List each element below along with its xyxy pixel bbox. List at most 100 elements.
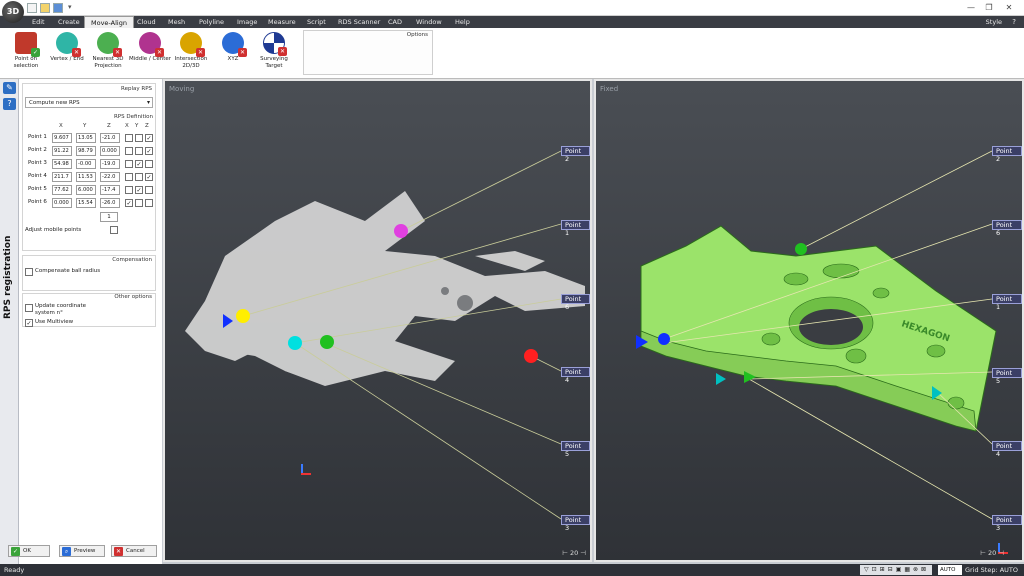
preview-button[interactable]: ⌕ Preview [59, 545, 105, 557]
lock-y-checkbox[interactable] [135, 134, 143, 142]
callout-point-3[interactable]: Point 3 [992, 515, 1022, 532]
adjust-mobile-checkbox[interactable] [110, 226, 118, 234]
lock-z-checkbox[interactable]: ✓ [145, 147, 153, 155]
menu-rds-scanner[interactable]: RDS Scanner [332, 16, 386, 28]
point-y-field[interactable]: -0.00 [76, 159, 96, 169]
menu-edit[interactable]: Edit [26, 16, 51, 28]
menu-image[interactable]: Image [231, 16, 263, 28]
edit-panel-icon[interactable]: ✎ [3, 82, 16, 94]
style-menu[interactable]: Style [986, 16, 1002, 28]
menu-measure[interactable]: Measure [262, 16, 302, 28]
lock-y-checkbox[interactable] [135, 147, 143, 155]
lock-z-checkbox[interactable] [145, 160, 153, 168]
point-y-field[interactable]: 15.54 [76, 198, 96, 208]
lock-x-checkbox[interactable] [125, 134, 133, 142]
point-z-field[interactable]: -19.0 [100, 159, 120, 169]
lock-z-checkbox[interactable] [145, 199, 153, 207]
point-z-field[interactable]: -22.0 [100, 172, 120, 182]
point-on-selection-button[interactable]: ✓ Point on selection [3, 32, 49, 78]
point-count-field[interactable]: 1 [100, 212, 118, 222]
callout-point-5[interactable]: Point 5 [992, 368, 1022, 385]
menu-cad[interactable]: CAD [382, 16, 408, 28]
lock-x-checkbox[interactable] [125, 186, 133, 194]
menu-mesh[interactable]: Mesh [162, 16, 191, 28]
lock-y-checkbox[interactable] [135, 199, 143, 207]
cancel-button[interactable]: ✕ Cancel [111, 545, 157, 557]
quick-access-dropdown-icon[interactable]: ▾ [68, 3, 72, 11]
point-z-field[interactable]: 0.000 [100, 146, 120, 156]
point-z-field[interactable]: -21.0 [100, 133, 120, 143]
app-logo[interactable]: 3D [2, 1, 24, 23]
lock-y-checkbox[interactable]: ✓ [135, 160, 143, 168]
lock-z-checkbox[interactable] [145, 186, 153, 194]
fixed-viewport[interactable]: Fixed HEXAGON Point 2 Point 6 Point 1 Po… [594, 79, 1024, 562]
callout-point-4[interactable]: Point 4 [992, 441, 1022, 458]
callout-point-2[interactable]: Point 2 [561, 146, 590, 163]
callout-point-4[interactable]: Point 4 [561, 367, 590, 384]
point-x-field[interactable]: 91.22 [52, 146, 72, 156]
point-x-field[interactable]: 0.000 [52, 198, 72, 208]
callout-point-1[interactable]: Point 1 [992, 294, 1022, 311]
lock-y-checkbox[interactable]: ✓ [135, 186, 143, 194]
moving-point-cloud[interactable] [165, 81, 590, 560]
callout-point-5[interactable]: Point 5 [561, 441, 590, 458]
point-x-field[interactable]: 54.98 [52, 159, 72, 169]
menu-script[interactable]: Script [301, 16, 332, 28]
lock-y-checkbox[interactable] [135, 173, 143, 181]
vertex-end-button[interactable]: ✕ Vertex / End [44, 32, 90, 78]
lock-x-checkbox[interactable] [125, 160, 133, 168]
options-label: Options [406, 32, 428, 38]
view-toolbar-icons[interactable]: ▽⊡⊞⊟▣▦⊗⊠ [860, 565, 932, 575]
menu-cloud[interactable]: Cloud [131, 16, 162, 28]
help-icon[interactable]: ? [1012, 16, 1016, 28]
compensate-ball-checkbox[interactable] [25, 268, 33, 276]
point-y-field[interactable]: 11.53 [76, 172, 96, 182]
callout-point-1[interactable]: Point 1 [561, 220, 590, 237]
menu-move-align[interactable]: Move-Align [84, 16, 134, 28]
point-y-field[interactable]: 6.000 [76, 185, 96, 195]
menu-window[interactable]: Window [410, 16, 448, 28]
lock-z-checkbox[interactable]: ✓ [145, 173, 153, 181]
point-z-field[interactable]: -17.4 [100, 185, 120, 195]
save-icon[interactable] [53, 3, 63, 13]
point-x-field[interactable]: 77.62 [52, 185, 72, 195]
header-check-y: Y [135, 123, 139, 129]
update-coord-checkbox[interactable] [25, 304, 33, 312]
lock-x-checkbox[interactable] [125, 147, 133, 155]
xyz-button[interactable]: ✕ XYZ [210, 32, 256, 78]
callout-point-3[interactable]: Point 3 [561, 515, 590, 532]
callout-point-2[interactable]: Point 2 [992, 146, 1022, 163]
callout-point-6[interactable]: Point 6 [561, 294, 590, 311]
point-x-field[interactable]: 9.607 [52, 133, 72, 143]
adjust-mobile-label: Adjust mobile points [25, 227, 82, 233]
point-x-field[interactable]: 211.7 [52, 172, 72, 182]
surveying-target-button[interactable]: ✕ Surveying Target [251, 32, 297, 78]
open-folder-icon[interactable] [40, 3, 50, 13]
moving-viewport[interactable]: Moving Point 2 Point 1 Point 6 Point 4 P… [163, 79, 592, 562]
use-multiview-checkbox[interactable]: ✓ [25, 319, 33, 327]
intersection-button[interactable]: ✕ Intersection 2D/3D [168, 32, 214, 78]
rps-mode-select[interactable]: Compute new RPS ▾ [25, 97, 153, 108]
restore-button[interactable]: ❐ [980, 2, 998, 14]
minimize-button[interactable]: — [962, 2, 980, 14]
button-label: Surveying Target [260, 56, 288, 69]
nearest-projection-button[interactable]: ✕ Nearest 3D Projection [85, 32, 131, 78]
help-panel-icon[interactable]: ? [3, 98, 16, 110]
fixed-cad-mesh[interactable]: HEXAGON [596, 81, 1022, 560]
point-y-field[interactable]: 98.79 [76, 146, 96, 156]
new-file-icon[interactable] [27, 3, 37, 13]
menu-create[interactable]: Create [52, 16, 86, 28]
lock-x-checkbox[interactable]: ✓ [125, 199, 133, 207]
close-window-button[interactable]: ✕ [1000, 2, 1018, 14]
point-z-field[interactable]: -26.0 [100, 198, 120, 208]
callout-point-6[interactable]: Point 6 [992, 220, 1022, 237]
middle-center-button[interactable]: ✕ Middle / Center [127, 32, 173, 78]
menu-polyline[interactable]: Polyline [193, 16, 230, 28]
ok-label: OK [23, 548, 31, 554]
lock-z-checkbox[interactable]: ✓ [145, 134, 153, 142]
menu-help[interactable]: Help [449, 16, 476, 28]
auto-select[interactable]: AUTO [938, 565, 962, 575]
point-y-field[interactable]: 13.05 [76, 133, 96, 143]
lock-x-checkbox[interactable] [125, 173, 133, 181]
ok-button[interactable]: ✓ OK [8, 545, 50, 557]
